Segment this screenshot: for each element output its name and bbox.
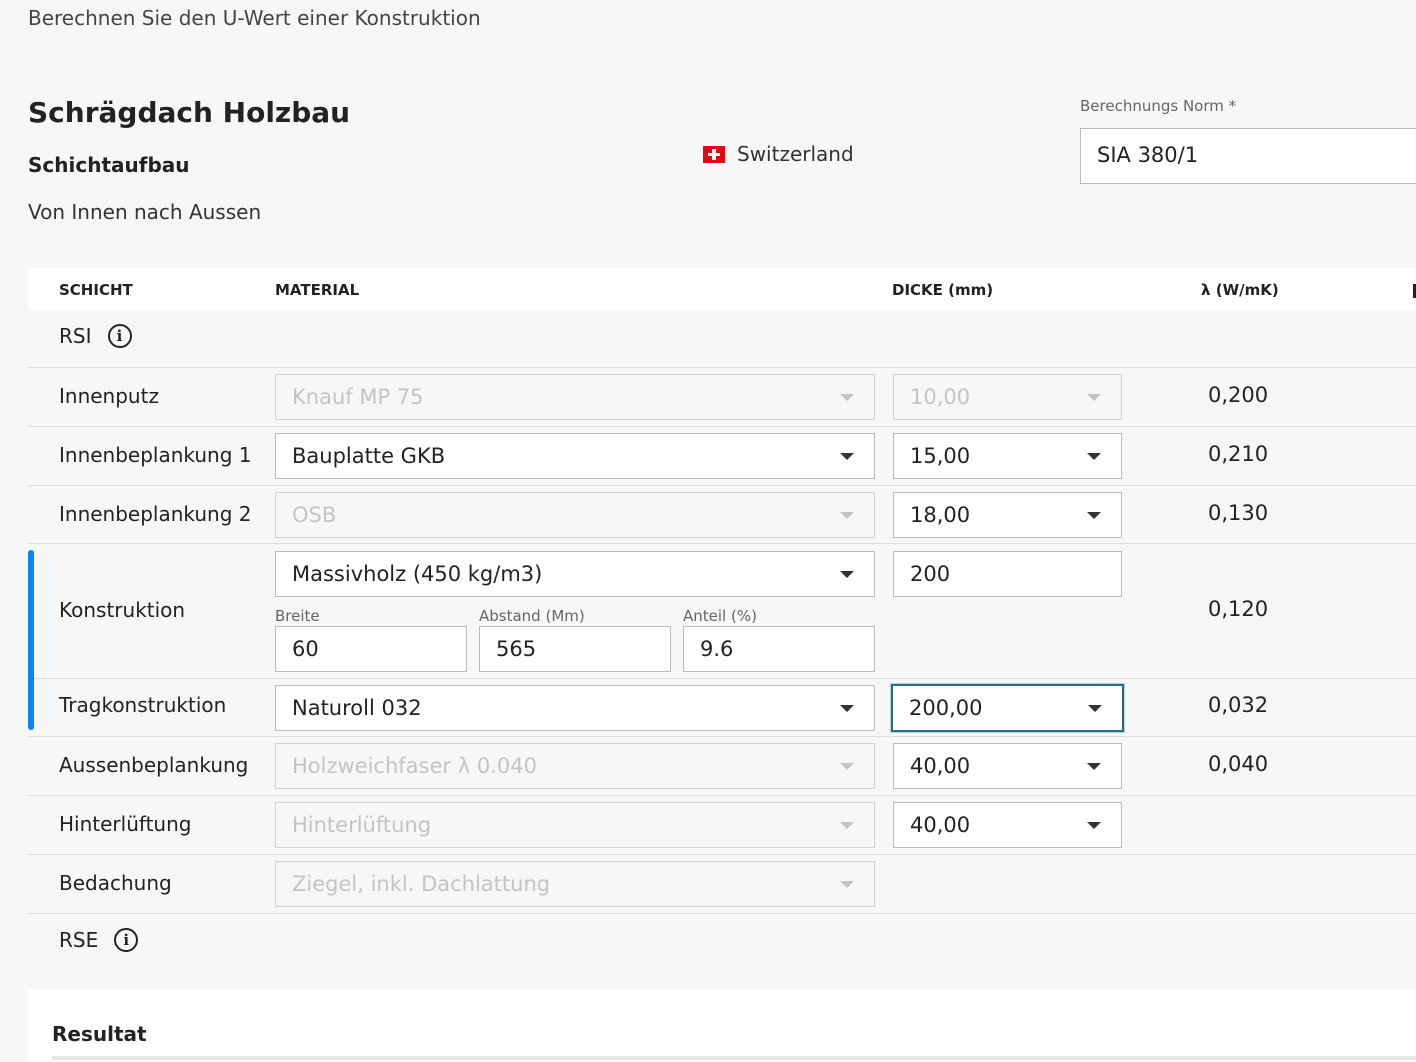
material-select[interactable]: Bauplatte GKB <box>275 433 875 479</box>
norm-label: Berechnungs Norm * <box>1080 97 1237 115</box>
table-row: Hinterlüftung Hinterlüftung 40,00 <box>28 796 1416 855</box>
direction-text: Von Innen nach Aussen <box>28 200 262 224</box>
country-indicator[interactable]: Switzerland <box>703 142 854 166</box>
info-icon[interactable]: i <box>107 324 132 348</box>
table-row: Tragkonstruktion Naturoll 032 200,00 0,0… <box>28 679 1416 737</box>
thickness-select[interactable]: 40,00 <box>893 802 1122 848</box>
breite-input[interactable]: 60 <box>275 626 467 672</box>
breite-label: Breite <box>275 607 320 625</box>
material-value: Massivholz (450 kg/m3) <box>292 562 543 586</box>
chevron-down-icon <box>1087 822 1101 829</box>
lambda-value: 0,040 <box>1208 752 1269 776</box>
abstand-label: Abstand (Mm) <box>479 607 585 625</box>
table-row: Innenbeplankung 2 OSB 18,00 0,130 <box>28 486 1416 544</box>
material-value: Naturoll 032 <box>292 696 422 720</box>
material-value: Knauf MP 75 <box>292 385 424 409</box>
page-title: Schrägdach Holzbau <box>28 96 351 129</box>
table-row: Bedachung Ziegel, inkl. Dachlattung <box>28 855 1416 914</box>
lambda-value: 0,210 <box>1208 442 1269 466</box>
material-select[interactable]: Massivholz (450 kg/m3) <box>275 551 875 597</box>
rsi-label-group: RSI i <box>59 324 132 348</box>
abstand-input[interactable]: 565 <box>479 626 671 672</box>
layer-table: SCHICHT MATERIAL DICKE (mm) λ (W/mK) RSI… <box>28 268 1416 970</box>
result-panel: Resultat <box>28 990 1416 1062</box>
country-label: Switzerland <box>737 142 854 166</box>
chevron-down-icon <box>840 512 854 519</box>
chevron-down-icon <box>840 763 854 770</box>
chevron-down-icon <box>840 881 854 888</box>
table-row-rsi: RSI i <box>28 310 1416 368</box>
header-thickness: DICKE (mm) <box>892 281 994 299</box>
material-select: OSB <box>275 492 875 538</box>
anteil-label: Anteil (%) <box>683 607 757 625</box>
chevron-down-icon <box>1087 394 1101 401</box>
anteil-input[interactable]: 9.6 <box>683 626 875 672</box>
thickness-select[interactable]: 40,00 <box>893 743 1122 789</box>
lambda-value: 0,032 <box>1208 693 1269 717</box>
rse-label-group: RSE i <box>59 928 139 952</box>
intro-text: Berechnen Sie den U-Wert einer Konstrukt… <box>28 6 481 30</box>
lambda-value: 0,130 <box>1208 501 1269 525</box>
chevron-down-icon <box>1087 453 1101 460</box>
layer-name: Innenputz <box>59 384 159 408</box>
layer-name: Hinterlüftung <box>59 812 192 836</box>
layer-name: Tragkonstruktion <box>59 693 227 717</box>
layer-name: Innenbeplankung 2 <box>59 502 252 526</box>
header-material: MATERIAL <box>275 281 360 299</box>
header-layer: SCHICHT <box>59 281 133 299</box>
table-header: SCHICHT MATERIAL DICKE (mm) λ (W/mK) <box>28 268 1416 310</box>
table-row-rse: RSE i <box>28 914 1416 970</box>
lambda-value: 0,200 <box>1208 383 1269 407</box>
material-select[interactable]: Naturoll 032 <box>275 685 875 731</box>
material-select: Holzweichfaser λ 0.040 <box>275 743 875 789</box>
thickness-input[interactable]: 200 <box>893 551 1122 597</box>
group-highlight-bar <box>28 550 34 730</box>
layer-name: Innenbeplankung 1 <box>59 443 252 467</box>
rse-label: RSE <box>59 928 99 952</box>
thickness-select[interactable]: 15,00 <box>893 433 1122 479</box>
material-value: Bauplatte GKB <box>292 444 446 468</box>
material-value: Ziegel, inkl. Dachlattung <box>292 872 551 896</box>
layer-name: Bedachung <box>59 871 172 895</box>
chevron-down-icon <box>1088 705 1102 712</box>
chevron-down-icon <box>840 705 854 712</box>
material-value: OSB <box>292 503 337 527</box>
thickness-value: 15,00 <box>910 444 971 468</box>
result-title: Resultat <box>52 1022 147 1046</box>
chevron-down-icon <box>840 571 854 578</box>
result-divider <box>52 1056 1416 1060</box>
thickness-value: 18,00 <box>910 503 971 527</box>
material-select: Hinterlüftung <box>275 802 875 848</box>
thickness-value: 40,00 <box>910 813 971 837</box>
thickness-value: 10,00 <box>910 385 971 409</box>
chevron-down-icon <box>1087 512 1101 519</box>
chevron-down-icon <box>840 394 854 401</box>
rsi-label: RSI <box>59 324 92 348</box>
layer-name: Konstruktion <box>59 598 186 622</box>
table-row-konstruktion: Konstruktion Massivholz (450 kg/m3) 200 … <box>28 544 1416 679</box>
norm-select[interactable]: SIA 380/1 <box>1080 128 1416 184</box>
table-row: Innenbeplankung 1 Bauplatte GKB 15,00 0,… <box>28 427 1416 486</box>
chevron-down-icon <box>840 822 854 829</box>
material-select: Knauf MP 75 <box>275 374 875 420</box>
thickness-value: 200,00 <box>909 696 983 720</box>
thickness-select[interactable]: 18,00 <box>893 492 1122 538</box>
lambda-value: 0,120 <box>1208 597 1269 621</box>
section-subtitle: Schichtaufbau <box>28 153 190 177</box>
swiss-flag-icon <box>703 145 725 163</box>
chevron-down-icon <box>840 453 854 460</box>
thickness-select-focused[interactable]: 200,00 <box>891 684 1124 732</box>
table-row: Innenputz Knauf MP 75 10,00 0,200 <box>28 368 1416 427</box>
info-icon[interactable]: i <box>114 928 139 952</box>
layer-name: Aussenbeplankung <box>59 753 249 777</box>
header-lambda: λ (W/mK) <box>1201 281 1279 299</box>
material-value: Holzweichfaser λ 0.040 <box>292 754 537 778</box>
material-select: Ziegel, inkl. Dachlattung <box>275 861 875 907</box>
table-row: Aussenbeplankung Holzweichfaser λ 0.040 … <box>28 737 1416 796</box>
chevron-down-icon <box>1087 763 1101 770</box>
thickness-value: 40,00 <box>910 754 971 778</box>
thickness-select: 10,00 <box>893 374 1122 420</box>
material-value: Hinterlüftung <box>292 813 432 837</box>
